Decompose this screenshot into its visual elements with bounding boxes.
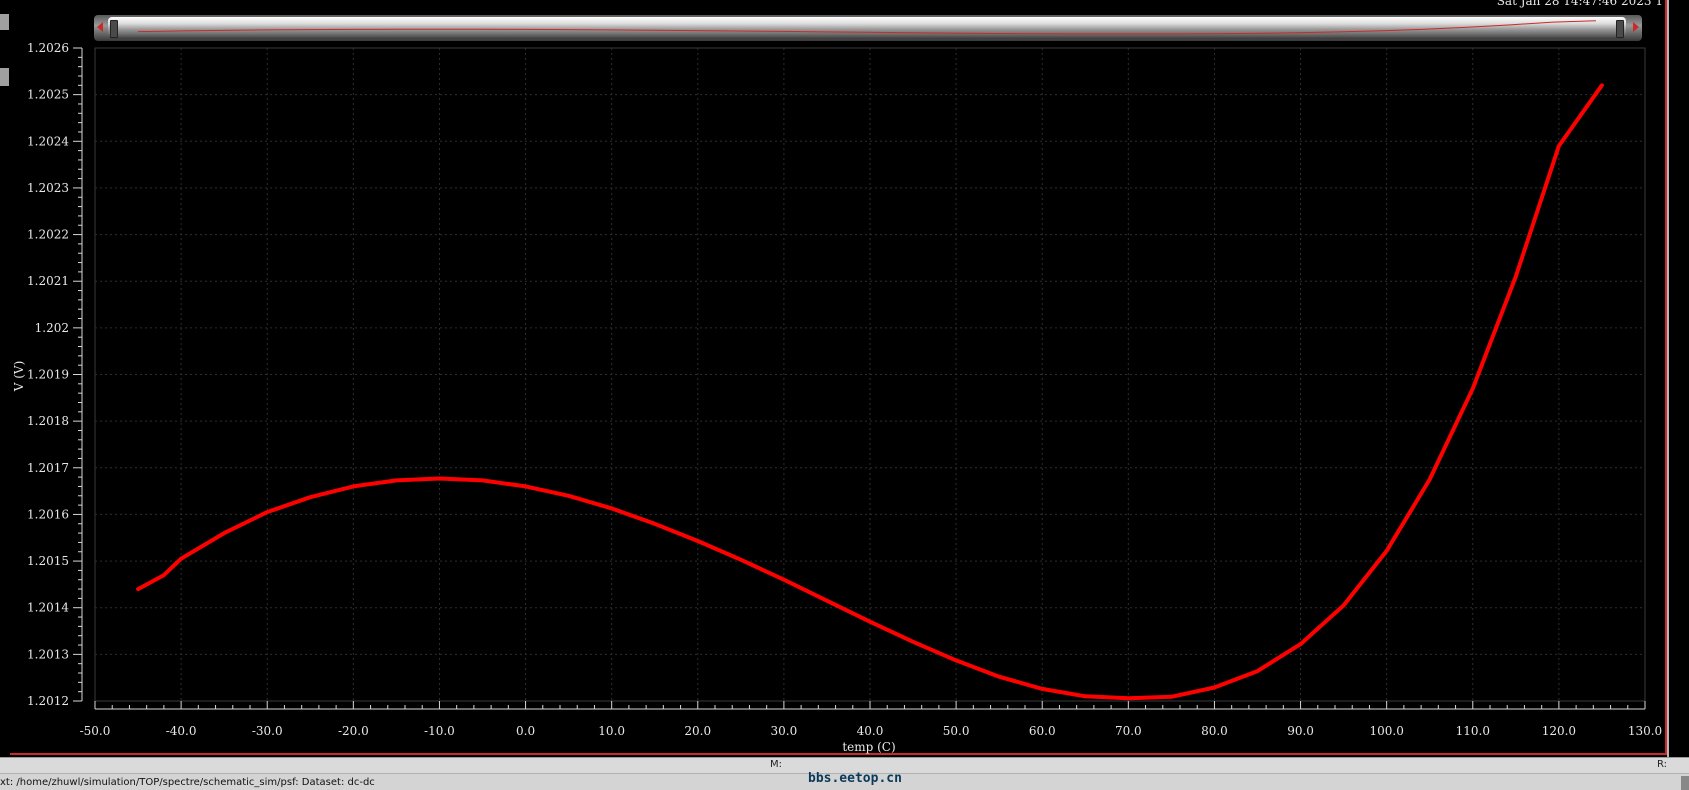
- x-tick-label: 90.0: [1287, 724, 1314, 738]
- marker-m-label: M:: [770, 759, 782, 770]
- x-tick-label: -50.0: [80, 724, 111, 738]
- x-tick-label: 60.0: [1029, 724, 1056, 738]
- status-bar: M: R: xt: /home/zhuwl/simulation/TOP/spe…: [0, 757, 1689, 790]
- y-tick-label: 1.2017: [27, 461, 69, 475]
- line-chart[interactable]: -50.0 -40.0 -30.0 -20.0 -10.0 0.0 10.0 20.0 30.0…: [0, 0, 1689, 757]
- x-tick-label: 120.0: [1542, 724, 1576, 738]
- y-tick-label: 1.2012: [27, 694, 69, 708]
- x-tick-label: -10.0: [424, 724, 455, 738]
- x-tick-label: 20.0: [684, 724, 711, 738]
- x-tick-label: 30.0: [771, 724, 798, 738]
- y-tick-label: 1.2018: [27, 414, 69, 428]
- x-tick-label: 100.0: [1369, 724, 1403, 738]
- watermark-text: bbs.eetop.cn: [808, 771, 902, 786]
- grid-lines: [94, 47, 1646, 702]
- y-tick-label: 1.2016: [27, 507, 69, 521]
- x-tick-label: -40.0: [166, 724, 197, 738]
- x-tick-label: -20.0: [338, 724, 369, 738]
- x-tick-label: 10.0: [598, 724, 625, 738]
- y-tick-label: 1.202: [35, 321, 69, 335]
- y-tick-label: 1.2019: [27, 368, 69, 382]
- y-tick-label: 1.2021: [27, 274, 69, 288]
- series-line: [136, 83, 1604, 701]
- y-tick-label: 1.2025: [27, 88, 69, 102]
- x-tick-label: 50.0: [943, 724, 970, 738]
- y-tick-label: 1.2026: [27, 41, 69, 55]
- x-tick-label: 0.0: [516, 724, 535, 738]
- axes: -50.0 -40.0 -30.0 -20.0 -10.0 0.0 10.0 20.0 30.0…: [27, 41, 1662, 738]
- waveform-window: Sat Jan 28 14:47:46 2023 1 -50.0 -40.0 -30…: [0, 0, 1689, 790]
- status-corner: [1681, 776, 1689, 790]
- x-tick-label: 110.0: [1456, 724, 1490, 738]
- y-tick-label: 1.2015: [27, 554, 69, 568]
- y-axis-label: V (V): [12, 361, 26, 393]
- x-tick-label: 130.0: [1628, 724, 1662, 738]
- dataset-path: xt: /home/zhuwl/simulation/TOP/spectre/s…: [0, 777, 375, 788]
- y-tick-label: 1.2014: [27, 601, 69, 615]
- series-layer: [136, 83, 1604, 701]
- x-tick-label: 70.0: [1115, 724, 1142, 738]
- y-tick-label: 1.2013: [27, 647, 69, 661]
- y-tick-label: 1.2024: [27, 134, 69, 148]
- y-tick-label: 1.2022: [27, 228, 69, 242]
- x-axis-label: temp (C): [842, 740, 895, 754]
- x-tick-label: -30.0: [252, 724, 283, 738]
- marker-r-label: R:: [1656, 759, 1667, 770]
- x-tick-label: 40.0: [857, 724, 884, 738]
- y-tick-label: 1.2023: [27, 181, 69, 195]
- x-tick-label: 80.0: [1201, 724, 1228, 738]
